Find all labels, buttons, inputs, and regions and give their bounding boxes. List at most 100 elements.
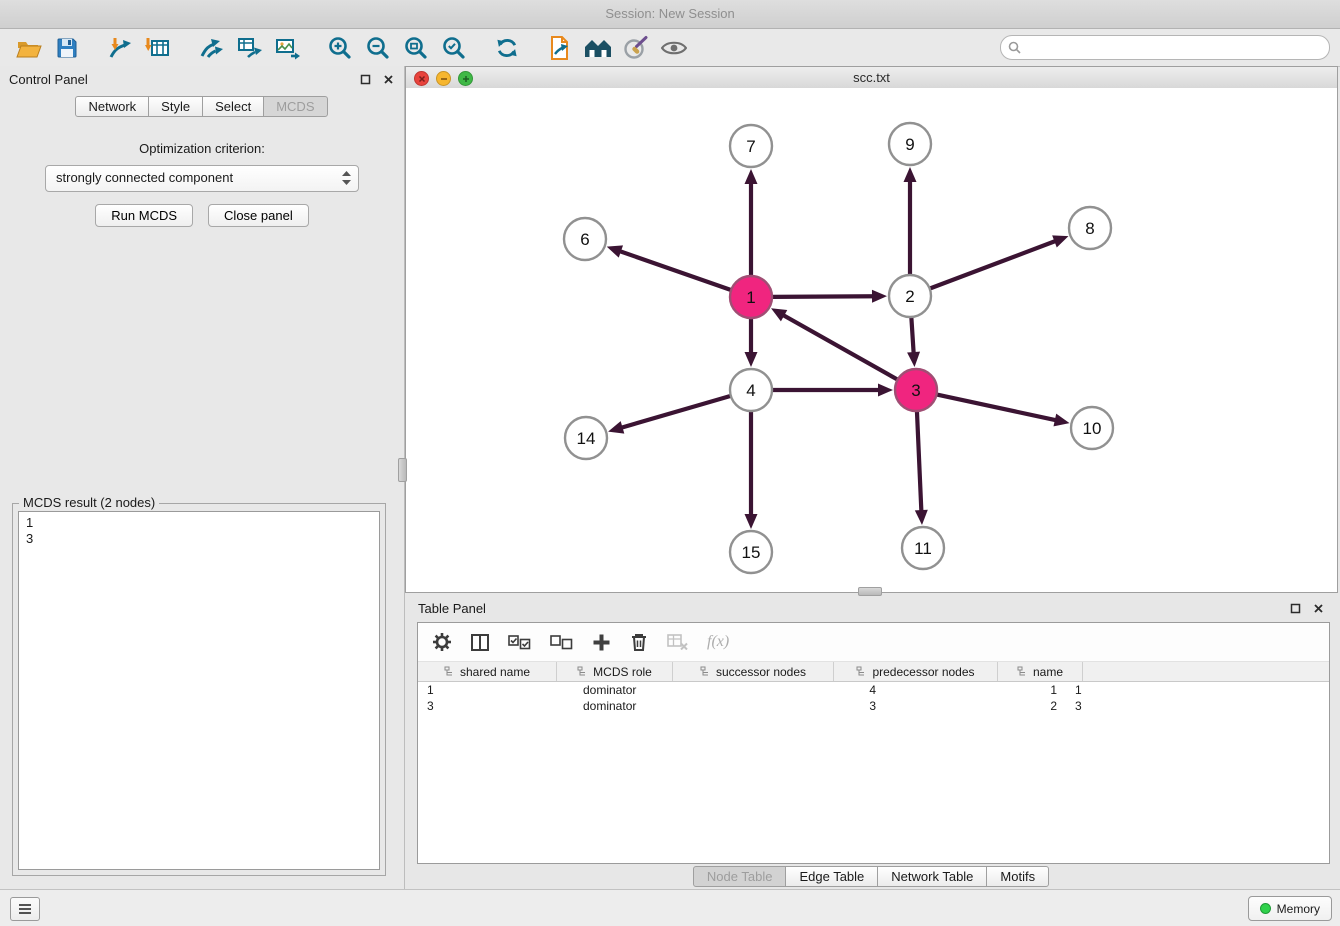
minimize-window-icon[interactable] [436,71,451,86]
column-tree-icon [856,666,867,677]
deselect-all-icon [550,635,573,650]
search-input[interactable] [1000,35,1330,60]
table-settings-button[interactable] [432,632,452,652]
network-modification-button[interactable] [192,32,230,64]
mcds-result-item[interactable]: 3 [26,531,372,547]
float-panel-button[interactable] [358,72,372,86]
delete-column-button[interactable] [630,632,648,652]
network-table-button[interactable] [230,32,268,64]
cell-shared-name[interactable]: 3 [418,698,574,714]
zoom-selected-button[interactable] [435,32,473,64]
window-title: Session: New Session [605,6,734,21]
memory-button[interactable]: Memory [1248,896,1332,921]
cell-successor-nodes[interactable]: 4 [707,682,885,698]
zoom-fit-button[interactable] [397,32,435,64]
memory-status-dot-icon [1260,903,1271,914]
delete-table-icon [667,634,688,650]
graph-node-label: 6 [580,230,589,249]
close-window-icon[interactable] [414,71,429,86]
column-header-shared-name[interactable]: shared name [418,662,557,681]
deselect-all-button[interactable] [550,635,573,650]
close-mcds-panel-button[interactable]: Close panel [208,204,309,227]
graph-edge-3-10[interactable] [938,395,1059,421]
float-window-icon [360,74,371,85]
cell-shared-name[interactable]: 1 [418,682,574,698]
zoom-selected-icon [441,35,467,61]
function-builder-button[interactable]: f(x) [707,633,729,651]
control-panel-tab-style[interactable]: Style [148,96,203,117]
graph-edge-3-1[interactable] [781,314,897,380]
network-window-titlebar[interactable]: scc.txt [405,66,1338,90]
control-panel-tab-mcds[interactable]: MCDS [263,96,327,117]
public-network-document-icon [548,35,572,61]
column-header-MCDS-role[interactable]: MCDS role [557,662,673,681]
apply-layout-button[interactable] [488,32,526,64]
cell-MCDS-role[interactable]: dominator [574,682,707,698]
zoom-out-button[interactable] [359,32,397,64]
run-mcds-button[interactable]: Run MCDS [95,204,193,227]
refresh-icon [494,35,520,61]
show-panels-button[interactable] [10,897,40,921]
column-header-name[interactable]: name [998,662,1083,681]
home-browser-button[interactable] [579,32,617,64]
control-panel-tab-network[interactable]: Network [75,96,149,117]
graph-node-label: 9 [905,135,914,154]
zoom-out-icon [365,35,391,61]
zoom-in-button[interactable] [321,32,359,64]
table-panel-title: Table Panel [418,601,486,616]
maximize-window-icon[interactable] [458,71,473,86]
table-tab-motifs[interactable]: Motifs [986,866,1049,887]
vertical-splitter-grip[interactable] [398,458,407,482]
close-icon [1313,603,1324,614]
table-tab-node-table[interactable]: Node Table [693,866,787,887]
cell-name[interactable]: 1 [1066,682,1168,698]
control-panel-tabs: NetworkStyleSelectMCDS [0,96,404,117]
edge-arrowhead-icon [745,169,758,184]
graph-node-label: 10 [1083,419,1102,438]
close-table-panel-button[interactable] [1311,602,1325,616]
cell-successor-nodes[interactable]: 3 [707,698,885,714]
close-control-panel-button[interactable] [381,72,395,86]
table-row[interactable]: 3dominator323 [418,698,1329,714]
import-public-network-button[interactable] [541,32,579,64]
column-tree-icon [700,666,711,677]
graph-edge-3-11[interactable] [917,412,922,514]
graph-edge-1-6[interactable] [617,250,730,290]
trash-icon [630,632,648,652]
graph-edge-2-3[interactable] [911,318,913,356]
save-session-button[interactable] [48,32,86,64]
cell-predecessor-nodes[interactable]: 2 [885,698,1066,714]
cell-predecessor-nodes[interactable]: 1 [885,682,1066,698]
import-table-button[interactable] [139,32,177,64]
memory-button-label: Memory [1277,902,1320,916]
home-icon [584,37,612,59]
graph-edge-1-2[interactable] [773,296,876,297]
cell-MCDS-role[interactable]: dominator [574,698,707,714]
table-tab-edge-table[interactable]: Edge Table [785,866,878,887]
cell-name[interactable]: 3 [1066,698,1168,714]
table-row[interactable]: 1dominator411 [418,682,1329,698]
network-canvas[interactable]: 7968124314101511 [405,88,1338,593]
column-header-predecessor-nodes[interactable]: predecessor nodes [834,662,998,681]
horizontal-splitter-grip[interactable] [858,587,882,596]
open-folder-icon [15,36,43,60]
float-table-panel-button[interactable] [1288,602,1302,616]
mcds-result-list[interactable]: 13 [18,511,380,870]
apply-style-button[interactable] [617,32,655,64]
select-all-button[interactable] [508,635,531,650]
create-column-button[interactable] [592,633,611,652]
show-graphics-details-button[interactable] [655,32,693,64]
export-image-button[interactable] [268,32,306,64]
show-columns-button[interactable] [471,634,489,651]
criterion-dropdown[interactable]: strongly connected component [45,165,359,192]
control-panel-tab-select[interactable]: Select [202,96,264,117]
open-session-button[interactable] [10,32,48,64]
mcds-result-item[interactable]: 1 [26,515,372,531]
control-panel-title: Control Panel [9,72,88,87]
graph-edge-4-14[interactable] [619,396,730,428]
edge-arrowhead-icon [904,167,917,182]
column-header-successor-nodes[interactable]: successor nodes [673,662,834,681]
import-network-button[interactable] [101,32,139,64]
graph-edge-2-8[interactable] [931,240,1059,288]
table-tab-network-table[interactable]: Network Table [877,866,987,887]
